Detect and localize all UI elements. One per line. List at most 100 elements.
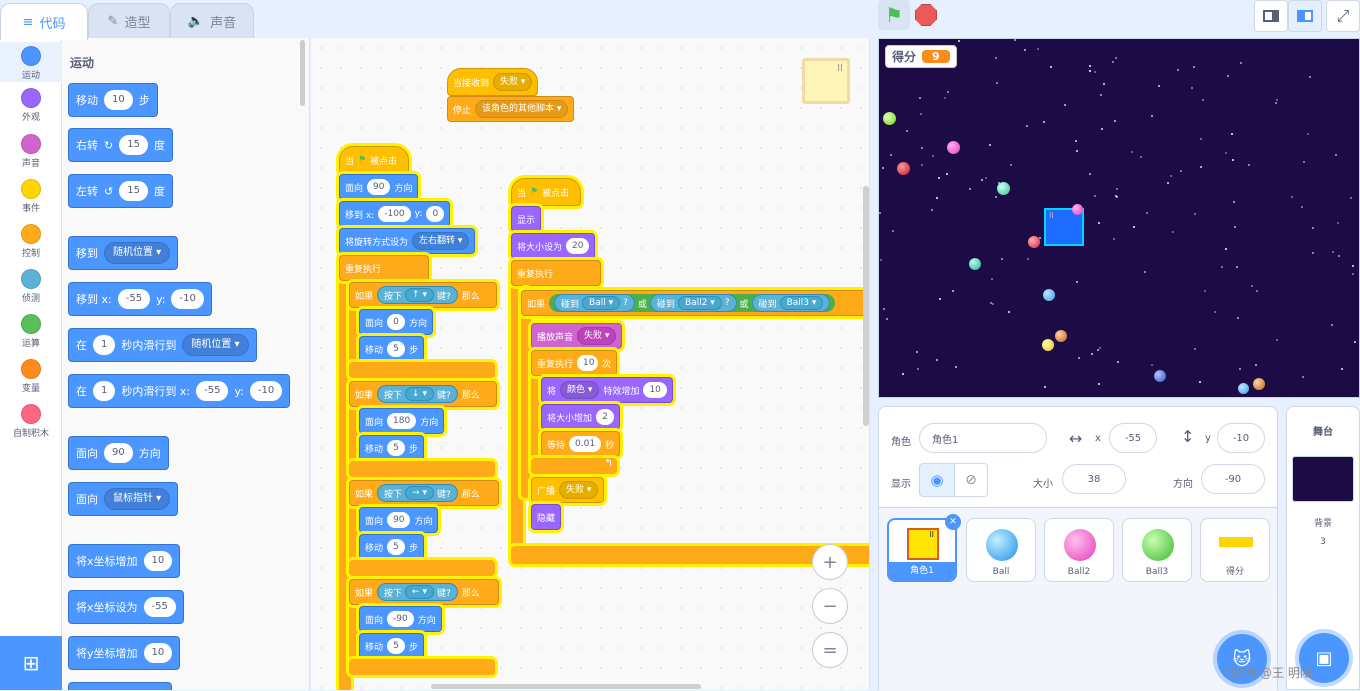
change-effect-block[interactable]: 将颜色 ▾ 特效增加 10	[541, 377, 673, 403]
move-5-block-4[interactable]: 移动 5 步	[359, 633, 425, 659]
show-sprite-button[interactable]: ◉	[919, 463, 955, 497]
if-down-block[interactable]: 如果 按下 ↓ ▾ 键? 那么	[349, 381, 497, 407]
block-partial[interactable]	[68, 682, 172, 690]
y-input[interactable]: -10	[1217, 423, 1265, 453]
script-vscrollbar[interactable]	[863, 186, 869, 426]
category-looks[interactable]: 外观	[0, 88, 62, 123]
when-flag-hat[interactable]: 当 ⚑ 被点击	[339, 146, 409, 174]
move-5-block[interactable]: 移动 5 步	[359, 336, 425, 362]
ball-sprite[interactable]	[997, 182, 1010, 195]
ball-sprite[interactable]	[1154, 370, 1166, 382]
wait-block[interactable]: 等待 0.01 秒	[541, 431, 621, 457]
set-size-block[interactable]: 将大小设为 20	[511, 233, 596, 259]
category-my-blocks[interactable]: 自制积木	[0, 404, 62, 439]
block-glide-xy[interactable]: 在 1 秒内滑行到 x: -55 y: -10	[68, 374, 291, 408]
x-input[interactable]: -55	[1109, 423, 1157, 453]
delete-sprite-button[interactable]: ✕	[945, 514, 961, 530]
play-sound-block[interactable]: 播放声音 失败 ▾	[531, 323, 623, 349]
fullscreen-button[interactable]: ⤢	[1326, 0, 1360, 32]
zoom-reset-button[interactable]: =	[812, 632, 848, 668]
face-90-block[interactable]: 面向 90 方向	[359, 507, 439, 533]
tab-costumes[interactable]: ✎ 造型	[88, 3, 170, 39]
zoom-in-button[interactable]: +	[812, 544, 848, 580]
category-operators[interactable]: 运算	[0, 314, 62, 349]
ball-sprite[interactable]	[1253, 378, 1265, 390]
sprite-tile-ball2[interactable]: Ball2	[1044, 518, 1114, 582]
when-receive-hat[interactable]: 当接收到 失败 ▾	[447, 68, 539, 96]
category-motion[interactable]: 运动	[0, 42, 62, 82]
face-0-block[interactable]: 面向 0 方向	[359, 309, 434, 335]
backdrop-thumbnail[interactable]	[1292, 456, 1354, 502]
block-goto[interactable]: 移到 随机位置 ▾	[68, 236, 179, 270]
ball-sprite[interactable]	[1028, 236, 1040, 248]
block-change-x[interactable]: 将x坐标增加 10	[68, 544, 181, 578]
ball-sprite[interactable]	[1238, 383, 1249, 394]
large-stage-button[interactable]	[1288, 0, 1322, 32]
face-180-block[interactable]: 面向 180 方向	[359, 408, 445, 434]
green-flag-icon: ⚑	[885, 3, 903, 27]
category-events[interactable]: 事件	[0, 179, 62, 214]
change-size-block[interactable]: 将大小增加 2	[541, 404, 621, 430]
ball-sprite[interactable]	[883, 112, 896, 125]
category-sound[interactable]: 声音	[0, 134, 62, 169]
hide-sprite-button[interactable]: ⊘	[954, 463, 988, 497]
ball-sprite[interactable]	[969, 258, 981, 270]
tab-sounds[interactable]: 🔈 声音	[170, 3, 254, 39]
sprite-tile-ball3[interactable]: Ball3	[1122, 518, 1192, 582]
stop-block[interactable]: 停止 该角色的其他脚本 ▾	[447, 96, 575, 122]
point-direction-block[interactable]: 面向 90 方向	[339, 174, 419, 200]
ball-sprite[interactable]	[1072, 204, 1083, 215]
palette-scrollbar[interactable]	[300, 40, 305, 106]
broadcast-block[interactable]: 广播 失败 ▾	[531, 477, 605, 503]
category-sensing[interactable]: 侦测	[0, 269, 62, 304]
hide-block[interactable]: 隐藏	[531, 504, 562, 530]
block-point-towards[interactable]: 面向 鼠标指针 ▾	[68, 482, 179, 516]
category-control[interactable]: 控制	[0, 224, 62, 259]
goto-xy-block[interactable]: 移到 x: -100 y: 0	[339, 201, 451, 227]
move-5-block-3[interactable]: 移动 5 步	[359, 534, 425, 560]
if-left-block[interactable]: 如果 按下 ← ▾ 键? 那么	[349, 579, 499, 605]
set-rotation-block[interactable]: 将旋转方式设为 左右翻转 ▾	[339, 228, 476, 254]
repeat-block[interactable]: 重复执行 10 次	[531, 350, 617, 376]
stage-selector[interactable]: 舞台 背景 3 ▣	[1286, 406, 1360, 690]
block-move[interactable]: 移动 10 步	[68, 83, 158, 117]
tab-code[interactable]: ≡ 代码	[0, 3, 88, 40]
ball-sprite[interactable]	[947, 141, 960, 154]
stop-button[interactable]	[915, 4, 937, 26]
move-5-block-2[interactable]: 移动 5 步	[359, 435, 425, 461]
sprite-tile-ball[interactable]: Ball	[966, 518, 1036, 582]
forever-block-2[interactable]: 重复执行	[511, 260, 601, 286]
if-touching-block[interactable]: 如果 碰到 Ball ▾? 或碰到 Ball2 ▾? 或碰到 Ball3 ▾	[521, 290, 869, 316]
block-point-direction[interactable]: 面向 90 方向	[68, 436, 169, 470]
sprite-name-input[interactable]: 角色1	[919, 423, 1047, 453]
block-goto-xy[interactable]: 移到 x: -55 y: -10	[68, 282, 212, 316]
block-glide[interactable]: 在 1 秒内滑行到 随机位置 ▾	[68, 328, 257, 362]
block-turn-right[interactable]: 右转 ↻ 15 度	[68, 128, 173, 162]
script-area[interactable]: II 当接收到 失败 ▾ 停止 该角色的其他脚本 ▾ 当 ⚑ 被点击 面向 90 方向 移到…	[311, 38, 870, 690]
ball-sprite[interactable]	[1042, 339, 1054, 351]
zoom-out-button[interactable]: −	[812, 588, 848, 624]
show-block[interactable]: 显示	[511, 206, 542, 232]
ball-sprite[interactable]	[897, 162, 910, 175]
script-hscrollbar[interactable]	[431, 684, 701, 689]
when-flag-hat-2[interactable]: 当 ⚑ 被点击	[511, 178, 581, 206]
if-right-block[interactable]: 如果 按下 → ▾ 键? 那么	[349, 480, 499, 506]
star	[1251, 285, 1253, 287]
ball-sprite[interactable]	[1043, 289, 1055, 301]
if-up-block[interactable]: 如果 按下 ↑ ▾ 键? 那么	[349, 282, 497, 308]
category-variables[interactable]: 变量	[0, 359, 62, 394]
sprite-tile-sprite1[interactable]: II ✕ 角色1	[887, 514, 961, 582]
face-neg90-block[interactable]: 面向 -90 方向	[359, 606, 442, 632]
ball-sprite[interactable]	[1055, 330, 1067, 342]
small-stage-button[interactable]	[1254, 0, 1288, 32]
block-set-x[interactable]: 将x坐标设为 -55	[68, 590, 184, 624]
green-flag-button[interactable]: ⚑	[878, 0, 910, 30]
block-turn-left[interactable]: 左转 ↺ 15 度	[68, 174, 173, 208]
stage-canvas[interactable]: 得分 9 II	[878, 38, 1360, 398]
block-change-y[interactable]: 将y坐标增加 10	[68, 636, 181, 670]
sprite-tile-score[interactable]: 得分	[1200, 518, 1270, 582]
add-extension-button[interactable]: ⊞	[0, 636, 62, 690]
direction-input[interactable]: -90	[1201, 464, 1265, 494]
size-input[interactable]: 38	[1062, 464, 1126, 494]
forever-block[interactable]: 重复执行	[339, 255, 429, 281]
